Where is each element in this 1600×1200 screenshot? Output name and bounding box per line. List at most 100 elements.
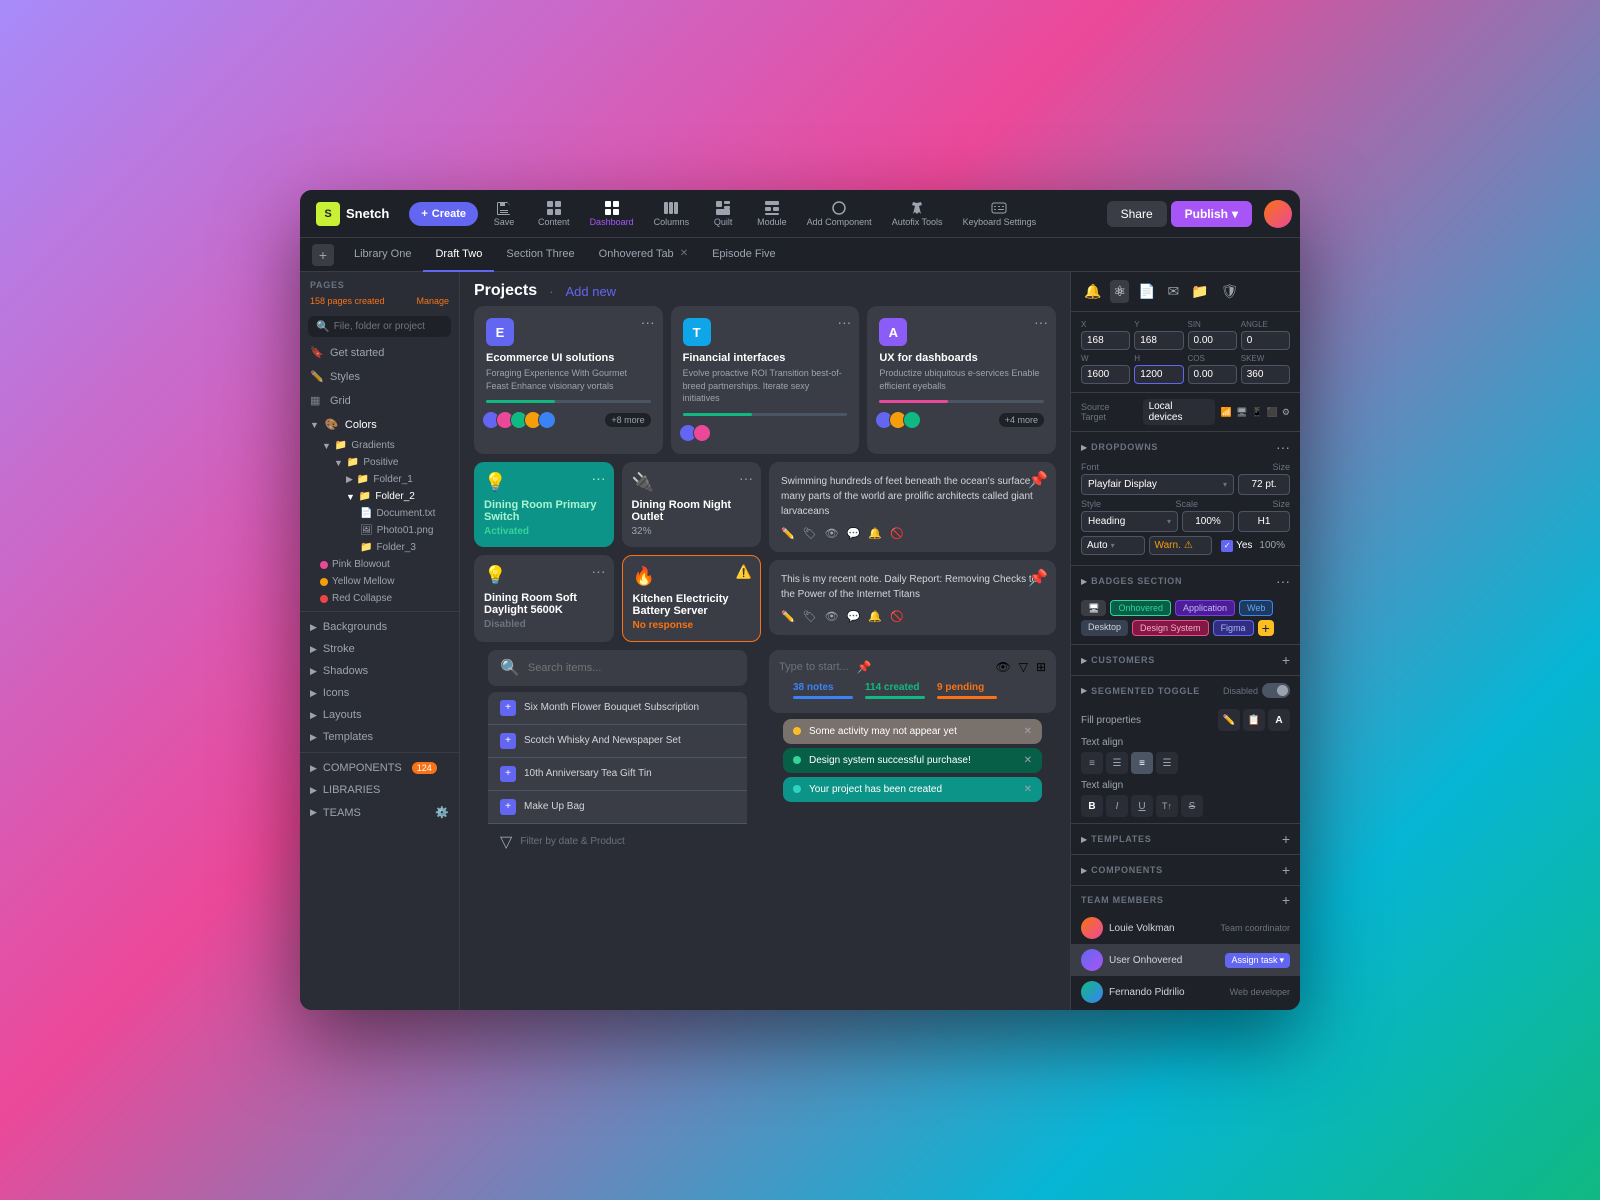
tab-onhovered[interactable]: Onhovered Tab ✕ [587, 238, 700, 272]
keyboard-button[interactable]: Keyboard Settings [955, 196, 1045, 231]
strikethrough-button[interactable]: S [1181, 795, 1203, 817]
edit-icon[interactable]: ✏️ [781, 527, 795, 540]
add-member-button[interactable]: + [1282, 892, 1290, 908]
sidebar-item-colors[interactable]: ▼ 🎨 Colors [300, 413, 459, 437]
bell-icon[interactable]: 🔔 [868, 610, 882, 623]
scale-field[interactable]: 100% [1182, 511, 1234, 532]
content-button[interactable]: Content [530, 196, 578, 231]
tab-episode-five[interactable]: Episode Five [700, 238, 788, 272]
angle-input[interactable] [1241, 331, 1290, 350]
tag-icon[interactable]: 🏷 [803, 527, 817, 540]
folder-icon[interactable]: 📁 [1188, 280, 1211, 303]
publish-button[interactable]: Publish ▾ [1171, 201, 1252, 227]
doc-icon[interactable]: 📄 [1135, 280, 1158, 303]
module-button[interactable]: Module [749, 196, 795, 231]
badge-screen[interactable]: 🖥 [1081, 600, 1106, 616]
share-button[interactable]: Share [1107, 201, 1167, 227]
sidebar-item-templates[interactable]: ▶ Templates [300, 726, 459, 748]
sidebar-item-get-started[interactable]: 🔖 Get started [300, 341, 459, 365]
status-dropdown[interactable]: Warn. ⚠ [1149, 536, 1213, 555]
copy-icon-btn[interactable]: 📋 [1243, 709, 1265, 731]
sidebar-search[interactable]: 🔍 [308, 316, 451, 337]
sidebar-item-backgrounds[interactable]: ▶ Backgrounds [300, 616, 459, 638]
components-section-header[interactable]: ▶ COMPONENTS + [1071, 855, 1300, 885]
sidebar-item-shadows[interactable]: ▶ Shadows [300, 660, 459, 682]
card-menu-button[interactable]: ··· [592, 470, 606, 486]
positive-folder[interactable]: ▼ 📁 Positive [324, 454, 459, 471]
h-input[interactable] [1134, 365, 1183, 384]
tag-icon[interactable]: 🏷 [803, 610, 817, 623]
add-tab-button[interactable]: + [312, 244, 334, 266]
edit-icon-btn[interactable]: ✏️ [1218, 709, 1240, 731]
tab-section-three[interactable]: Section Three [494, 238, 586, 272]
user-avatar[interactable] [1264, 200, 1292, 228]
folder1-item[interactable]: ▶ 📁 Folder_1 [336, 471, 459, 488]
align-justify-btn[interactable]: ☰ [1156, 752, 1178, 774]
sidebar-search-input[interactable] [334, 321, 443, 332]
sidebar-item-libraries[interactable]: ▶ LIBRARIES [300, 779, 459, 801]
x-input[interactable] [1081, 331, 1130, 350]
list-item[interactable]: + Make Up Bag [488, 791, 747, 824]
search-row[interactable]: 🔍 [488, 650, 747, 686]
align-center-btn[interactable]: ☰ [1106, 752, 1128, 774]
gradients-folder[interactable]: ▼ 📁 Gradients [312, 437, 459, 454]
sidebar-item-components[interactable]: ▶ COMPONENTS 124 [300, 757, 459, 779]
quilt-button[interactable]: Quilt [701, 196, 745, 231]
columns-button[interactable]: Columns [646, 196, 698, 231]
badge-desktop[interactable]: Desktop [1081, 620, 1128, 636]
eye-icon[interactable]: 👁 [825, 527, 839, 540]
segmented-toggle-header[interactable]: ▶ SEGMENTED TOGGLE Disabled [1071, 676, 1300, 705]
badge-onhovered[interactable]: Onhovered [1110, 600, 1171, 616]
superscript-button[interactable]: T↑ [1156, 795, 1178, 817]
checked-field[interactable]: ✓ Yes 100% [1216, 536, 1290, 555]
monitor-icon[interactable]: 🖥 [1236, 407, 1247, 418]
more-tag-2[interactable]: +4 more [999, 413, 1044, 427]
red-collapse-color[interactable]: Red Collapse [310, 590, 459, 607]
tab-draft-two[interactable]: Draft Two [423, 238, 494, 272]
dropdowns-section-header[interactable]: ▶ DROPDOWNS ··· [1071, 432, 1300, 462]
yellow-mellow-color[interactable]: Yellow Mellow [310, 573, 459, 590]
comment-icon[interactable]: 💬 [847, 610, 861, 623]
dashboard-button[interactable]: Dashboard [582, 196, 642, 231]
skew-input[interactable] [1241, 365, 1290, 384]
badge-application[interactable]: Application [1175, 600, 1235, 616]
sidebar-item-teams[interactable]: ▶ TEAMS ⚙️ [300, 801, 459, 824]
font-dropdown[interactable]: Playfair Display ▾ [1081, 474, 1234, 495]
autofix-button[interactable]: Autofix Tools [884, 196, 951, 231]
photo-file[interactable]: 🖼 Photo01.png [350, 522, 459, 539]
close-tab-icon[interactable]: ✕ [680, 248, 688, 259]
assign-task-button[interactable]: Assign task ▾ [1225, 953, 1290, 968]
h1-field[interactable]: H1 [1238, 511, 1290, 532]
card-menu-button[interactable]: ··· [641, 314, 655, 330]
section-more-icon[interactable]: ··· [1276, 573, 1290, 589]
folder2-item[interactable]: ▼ 📁 Folder_2 [336, 488, 459, 505]
templates-section-header[interactable]: ▶ TEMPLATES + [1071, 824, 1300, 854]
section-more-icon[interactable]: ··· [1276, 439, 1290, 455]
phone-icon[interactable]: 📱 [1251, 407, 1262, 418]
badges-section-header[interactable]: ▶ BADGES SECTION ··· [1071, 566, 1300, 596]
list-item[interactable]: + Six Month Flower Bouquet Subscription [488, 692, 747, 725]
layers-icon[interactable]: ⚛ [1110, 280, 1129, 303]
list-item[interactable]: + Scotch Whisky And Newspaper Set [488, 725, 747, 758]
y-input[interactable] [1134, 331, 1183, 350]
wifi-icon[interactable]: 📶 [1221, 407, 1232, 418]
style-dropdown[interactable]: Heading ▾ [1081, 511, 1178, 532]
card-menu-button[interactable]: ··· [837, 314, 851, 330]
add-template-button[interactable]: + [1282, 831, 1290, 847]
font-size-field[interactable]: 72 pt. [1238, 474, 1290, 495]
tablet-icon[interactable]: ⬛ [1267, 407, 1278, 418]
mode-dropdown[interactable]: Auto ▾ [1081, 536, 1145, 555]
create-button[interactable]: + Create [409, 202, 478, 226]
list-item-filter[interactable]: ▽ Filter by date & Product [488, 824, 747, 860]
settings-icon[interactable]: ⚙ [1282, 407, 1290, 418]
card-menu-button[interactable]: ··· [592, 563, 606, 579]
align-right-btn[interactable]: ≡ [1131, 752, 1153, 774]
document-file[interactable]: 📄 Document.txt [350, 505, 459, 522]
badge-add-button[interactable]: + [1258, 620, 1274, 636]
hide-icon[interactable]: 🚫 [890, 527, 904, 540]
shield-icon[interactable]: 🛡 [1218, 280, 1242, 303]
sidebar-item-stroke[interactable]: ▶ Stroke [300, 638, 459, 660]
customers-section-header[interactable]: ▶ CUSTOMERS + [1071, 645, 1300, 675]
text-icon-btn[interactable]: A [1268, 709, 1290, 731]
save-button[interactable]: Save [482, 196, 526, 231]
